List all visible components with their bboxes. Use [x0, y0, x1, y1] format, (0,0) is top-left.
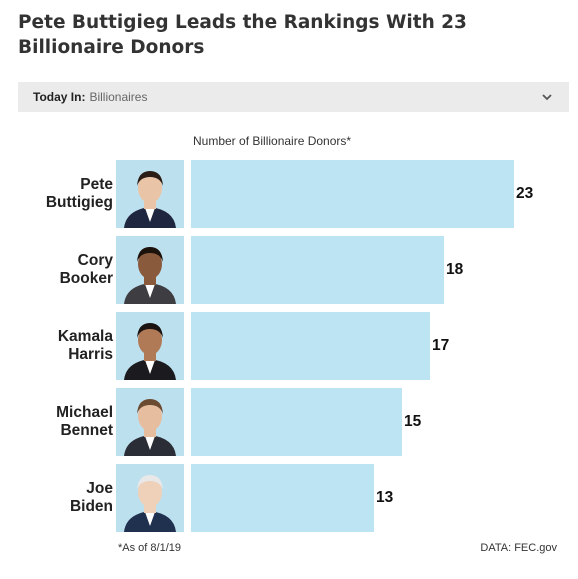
bar	[191, 160, 514, 228]
candidate-photo	[116, 236, 184, 304]
candidate-photo	[116, 464, 184, 532]
candidate-photo	[116, 388, 184, 456]
category-label-line: Harris	[68, 346, 113, 363]
bar-value-label: 15	[404, 413, 422, 430]
chart-row: Kamala Harris 17	[0, 312, 578, 380]
category-label-line: Bennet	[60, 422, 113, 439]
category-label: Michael Bennet	[30, 388, 113, 456]
category-label-line: Joe	[86, 480, 113, 497]
bar	[191, 464, 374, 532]
data-source: DATA: FEC.gov	[480, 542, 557, 554]
category-label-line: Kamala	[57, 328, 113, 345]
category-label-line: Biden	[69, 498, 113, 515]
bar-chart: Pete Buttigieg 23 Cory Booker 18 Kamala Harris 1…	[0, 0, 578, 579]
candidate-photo	[116, 312, 184, 380]
category-label-line: Buttigieg	[45, 194, 113, 211]
candidate-photo	[116, 160, 184, 228]
footnote: *As of 8/1/19	[118, 542, 181, 554]
category-label: Pete Buttigieg	[30, 160, 113, 228]
chart-row: Cory Booker 18	[0, 236, 578, 304]
category-label-line: Cory	[77, 252, 113, 269]
bar	[191, 236, 444, 304]
bar-value-label: 13	[376, 489, 394, 506]
chart-row: Michael Bennet 15	[0, 388, 578, 456]
bar-value-label: 18	[446, 261, 464, 278]
chart-row: Joe Biden 13	[0, 464, 578, 532]
bar	[191, 388, 402, 456]
bar	[191, 312, 430, 380]
category-label-line: Pete	[80, 176, 113, 193]
bar-value-label: 17	[432, 337, 450, 354]
category-label: Cory Booker	[30, 236, 113, 304]
category-label: Kamala Harris	[30, 312, 113, 380]
bar-value-label: 23	[516, 185, 534, 202]
category-label-line: Michael	[56, 404, 113, 421]
category-label-line: Booker	[59, 270, 113, 287]
category-label: Joe Biden	[30, 464, 113, 532]
chart-row: Pete Buttigieg 23	[0, 160, 578, 228]
